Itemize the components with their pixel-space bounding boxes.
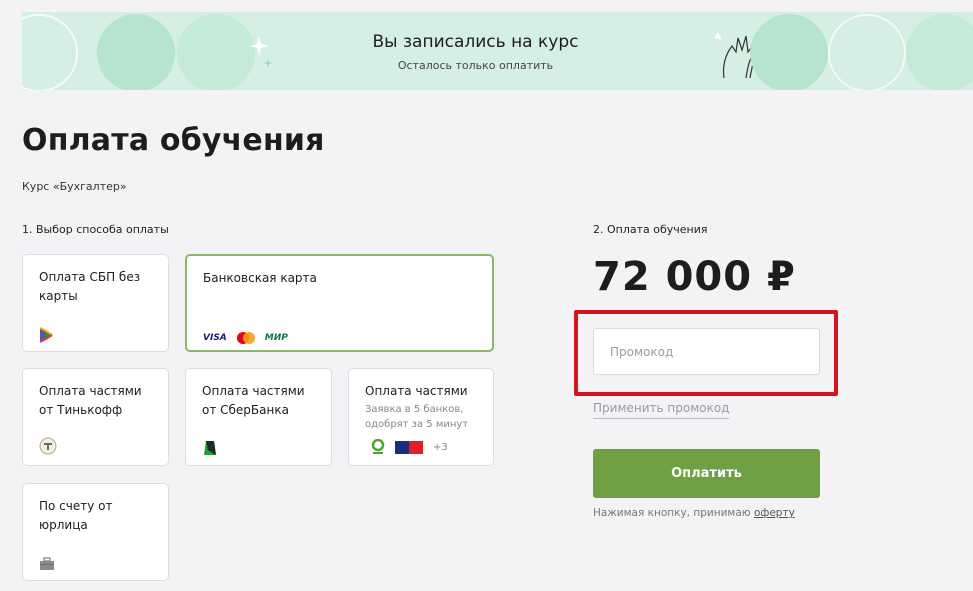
decor-circle — [906, 14, 973, 90]
payment-option-sbp[interactable]: Оплата СБП без карты — [22, 254, 169, 352]
mir-logo: МИР — [264, 333, 288, 343]
offer-prefix: Нажимая кнопку, принимаю — [593, 507, 754, 519]
post-bank-icon — [395, 440, 423, 454]
sber-icon — [204, 441, 216, 455]
payment-option-title: Оплата частями от СберБанка — [202, 384, 305, 417]
course-name: Курс «Бухгалтер» — [22, 180, 127, 193]
payment-option-title: Банковская карта — [203, 271, 317, 285]
tinkoff-icon — [39, 437, 57, 455]
payment-option-tinkoff[interactable]: Оплата частями от Тинькофф — [22, 368, 169, 466]
promo-code-input[interactable] — [593, 328, 820, 375]
price: 72 000 ₽ — [593, 254, 796, 300]
payment-option-sber[interactable]: Оплата частями от СберБанка — [185, 368, 332, 466]
payment-option-title: По счету от юрлица — [39, 499, 113, 532]
briefcase-icon — [40, 557, 54, 570]
payment-option-title: Оплата СБП без карты — [39, 270, 141, 303]
card-brands-icon: VISA МИР — [203, 332, 288, 344]
sbp-icon — [39, 327, 53, 343]
offer-link[interactable]: оферту — [754, 507, 795, 519]
payment-method-label: 1. Выбор способа оплаты — [22, 223, 169, 236]
enrollment-banner: Вы записались на курс Осталось только оп… — [22, 12, 973, 90]
payment-option-title: Оплата частями от Тинькофф — [39, 384, 142, 417]
decor-circle — [828, 14, 906, 90]
pay-button[interactable]: Оплатить — [593, 449, 820, 498]
otp-bank-icon — [371, 439, 385, 454]
extra-banks-count: +3 — [433, 441, 448, 453]
payment-option-bank-card[interactable]: Банковская карта VISA МИР — [185, 254, 494, 352]
page-title: Оплата обучения — [22, 123, 325, 158]
decor-circle — [97, 14, 175, 90]
offer-note: Нажимая кнопку, принимаю оферту — [593, 507, 795, 519]
mastercard-icon — [236, 332, 255, 344]
visa-logo: VISA — [203, 333, 227, 343]
apply-promo-link[interactable]: Применить промокод — [593, 401, 730, 419]
decor-circle — [750, 14, 828, 90]
decor-circle — [22, 14, 78, 90]
payment-option-title: Оплата частями — [365, 384, 468, 398]
payment-option-subtitle: Заявка в 5 банков, одобрят за 5 минут — [365, 404, 469, 430]
decor-circle — [177, 14, 255, 90]
checkout-label: 2. Оплата обучения — [593, 223, 708, 236]
banks-icon: +3 — [371, 439, 448, 455]
payment-option-invoice[interactable]: По счету от юрлица — [22, 483, 169, 581]
payment-option-installments[interactable]: Оплата частями Заявка в 5 банков, одобря… — [348, 368, 494, 466]
